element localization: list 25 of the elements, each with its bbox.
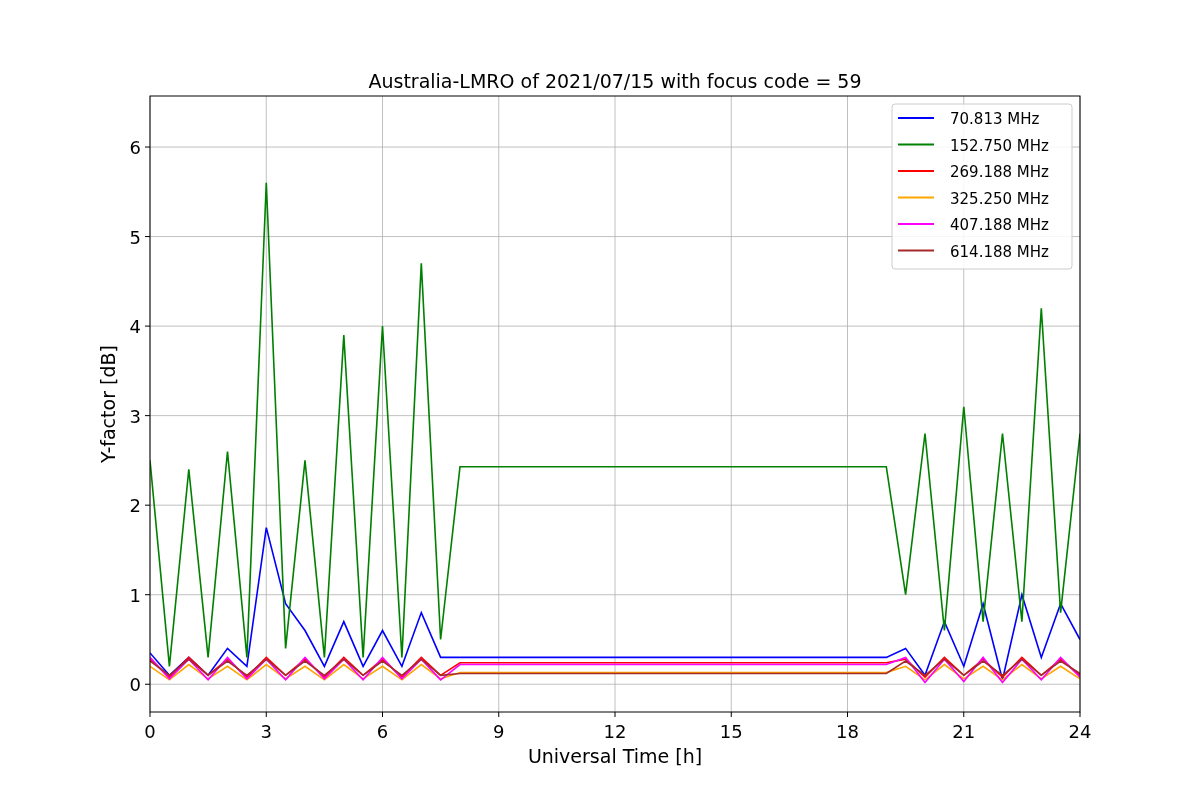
tick-label: 2 <box>129 495 141 517</box>
legend-label: 269.188 MHz <box>950 163 1049 181</box>
tick-label: 5 <box>129 226 141 248</box>
tick-label: 21 <box>952 721 976 742</box>
tick-label: 18 <box>836 721 859 742</box>
legend-label: 407.188 MHz <box>950 216 1049 234</box>
tick-label: 0 <box>144 721 156 742</box>
tick-label: 6 <box>129 137 141 159</box>
tick-label: 15 <box>719 721 743 742</box>
legend-label: 325.250 MHz <box>950 189 1049 208</box>
tick-label: 24 <box>1068 721 1092 742</box>
tick-label: 6 <box>376 721 389 742</box>
tick-label: 3 <box>129 405 141 427</box>
tick-label: 12 <box>603 721 627 742</box>
tick-label: 0 <box>129 674 141 696</box>
x-axis-label: Universal Time [h] <box>527 745 703 767</box>
y-axis-label: Y-factor [dB] <box>97 345 119 463</box>
legend-label: 70.813 MHz <box>950 110 1040 128</box>
chart-title: Australia-LMRO of 2021/07/15 with focus code = 59 <box>368 70 862 92</box>
tick-label: 1 <box>129 584 141 606</box>
tick-label: 4 <box>129 316 141 338</box>
legend-label: 614.188 MHz <box>950 242 1049 261</box>
tick-label: 9 <box>493 721 505 742</box>
tick-label: 3 <box>260 721 272 742</box>
legend-label: 152.750 MHz <box>950 136 1049 155</box>
